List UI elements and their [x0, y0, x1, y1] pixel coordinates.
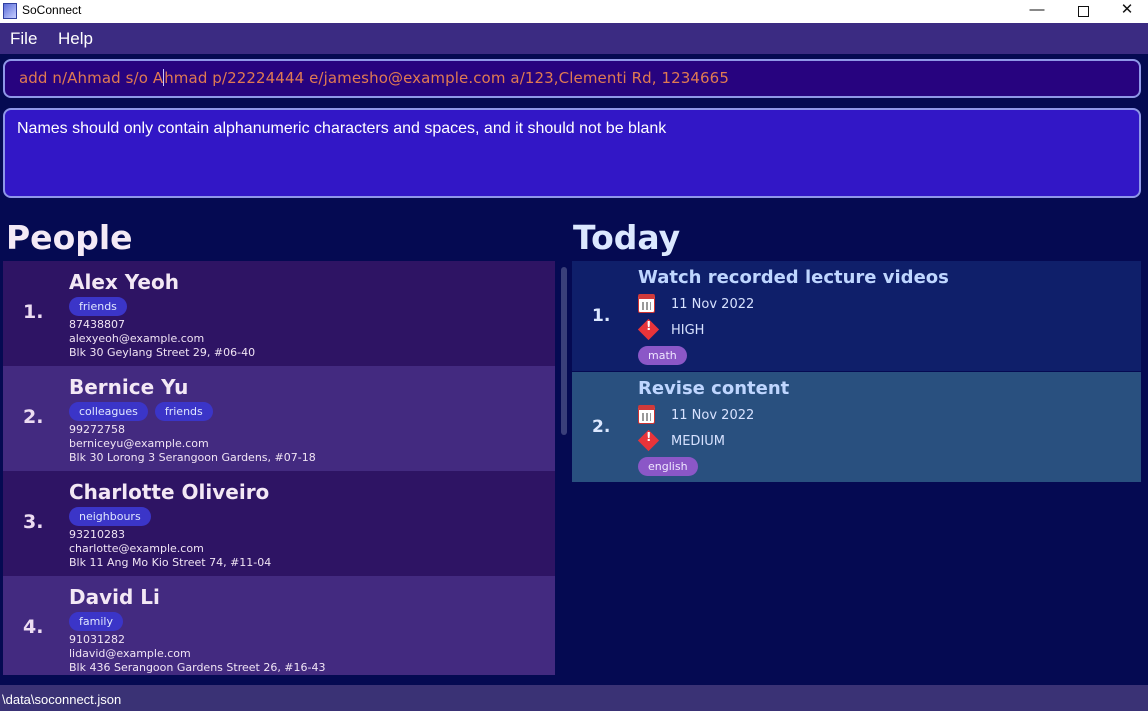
person-phone: 93210283	[69, 528, 125, 541]
task-card[interactable]: 2. Revise content 11 Nov 2022 ! MEDIUM e…	[572, 372, 1141, 482]
person-name: Bernice Yu	[69, 375, 189, 399]
person-index: 1.	[23, 301, 44, 323]
app-icon	[3, 3, 17, 19]
task-index: 2.	[592, 417, 611, 437]
window-title-bar: SoConnect — ✕	[0, 0, 1148, 23]
maximize-icon	[1077, 6, 1089, 17]
tag-badge: colleagues	[69, 402, 148, 421]
person-index: 3.	[23, 511, 44, 533]
person-email: berniceyu@example.com	[69, 437, 209, 450]
result-display: Names should only contain alphanumeric c…	[3, 108, 1141, 198]
minimize-button[interactable]: —	[1014, 0, 1060, 23]
person-card[interactable]: 1. Alex Yeoh friends 87438807 alexyeoh@e…	[3, 261, 555, 366]
people-list[interactable]: 1. Alex Yeoh friends 87438807 alexyeoh@e…	[3, 261, 555, 675]
calendar-icon	[638, 405, 655, 424]
menu-file[interactable]: File	[10, 29, 37, 49]
person-address: Blk 11 Ang Mo Kio Street 74, #11-04	[69, 556, 272, 569]
person-tags: colleagues friends	[69, 400, 220, 421]
status-bar: \data\soconnect.json	[0, 685, 1148, 711]
window-title: SoConnect	[22, 3, 82, 17]
task-tag: math	[638, 346, 687, 365]
tag-badge: friends	[69, 297, 127, 316]
task-priority: HIGH	[671, 323, 705, 338]
person-card[interactable]: 3. Charlotte Oliveiro neighbours 9321028…	[3, 471, 555, 576]
task-date: 11 Nov 2022	[671, 297, 755, 312]
command-text-after-caret: hmad p/22224444 e/jamesho@example.com a/…	[164, 69, 729, 87]
person-tags: friends	[69, 295, 134, 316]
command-input[interactable]: add n/Ahmad s/o Ahmad p/22224444 e/james…	[3, 59, 1141, 98]
result-message: Names should only contain alphanumeric c…	[17, 120, 667, 137]
menu-bar: File Help	[0, 23, 1148, 54]
task-title: Revise content	[638, 378, 790, 399]
person-address: Blk 30 Lorong 3 Serangoon Gardens, #07-1…	[69, 451, 316, 464]
person-email: alexyeoh@example.com	[69, 332, 205, 345]
tag-badge: friends	[154, 402, 213, 421]
command-text: add n/Ahmad s/o Ahmad p/22224444 e/james…	[19, 69, 729, 87]
people-scrollbar[interactable]	[561, 267, 567, 435]
person-card[interactable]: 4. David Li family 91031282 lidavid@exam…	[3, 576, 555, 675]
person-phone: 91031282	[69, 633, 125, 646]
person-name: Charlotte Oliveiro	[69, 480, 270, 504]
person-name: David Li	[69, 585, 160, 609]
person-email: lidavid@example.com	[69, 647, 191, 660]
person-index: 4.	[23, 616, 44, 638]
person-email: charlotte@example.com	[69, 542, 204, 555]
task-title: Watch recorded lecture videos	[638, 267, 949, 288]
today-heading: Today	[573, 218, 681, 257]
calendar-icon	[638, 294, 655, 313]
tag-badge: family	[69, 612, 123, 631]
person-address: Blk 436 Serangoon Gardens Street 26, #16…	[69, 661, 326, 674]
person-name: Alex Yeoh	[69, 270, 179, 294]
command-text-before-caret: add n/Ahmad s/o A	[19, 69, 164, 87]
people-heading: People	[6, 218, 133, 257]
person-tags: neighbours	[69, 505, 158, 526]
task-index: 1.	[592, 306, 611, 326]
task-tag: english	[638, 457, 698, 476]
person-address: Blk 30 Geylang Street 29, #06-40	[69, 346, 256, 359]
priority-icon: !	[637, 318, 660, 341]
task-date: 11 Nov 2022	[671, 408, 755, 423]
menu-help[interactable]: Help	[58, 29, 93, 49]
task-card[interactable]: 1. Watch recorded lecture videos 11 Nov …	[572, 261, 1141, 371]
tag-badge: neighbours	[69, 507, 151, 526]
priority-icon: !	[637, 429, 660, 452]
task-priority: MEDIUM	[671, 434, 726, 449]
maximize-button[interactable]	[1060, 0, 1106, 23]
person-index: 2.	[23, 406, 44, 428]
person-phone: 99272758	[69, 423, 125, 436]
close-button[interactable]: ✕	[1104, 0, 1148, 23]
person-card[interactable]: 2. Bernice Yu colleagues friends 99272758…	[3, 366, 555, 471]
save-location: \data\soconnect.json	[2, 692, 122, 707]
person-phone: 87438807	[69, 318, 125, 331]
person-tags: family	[69, 610, 130, 631]
